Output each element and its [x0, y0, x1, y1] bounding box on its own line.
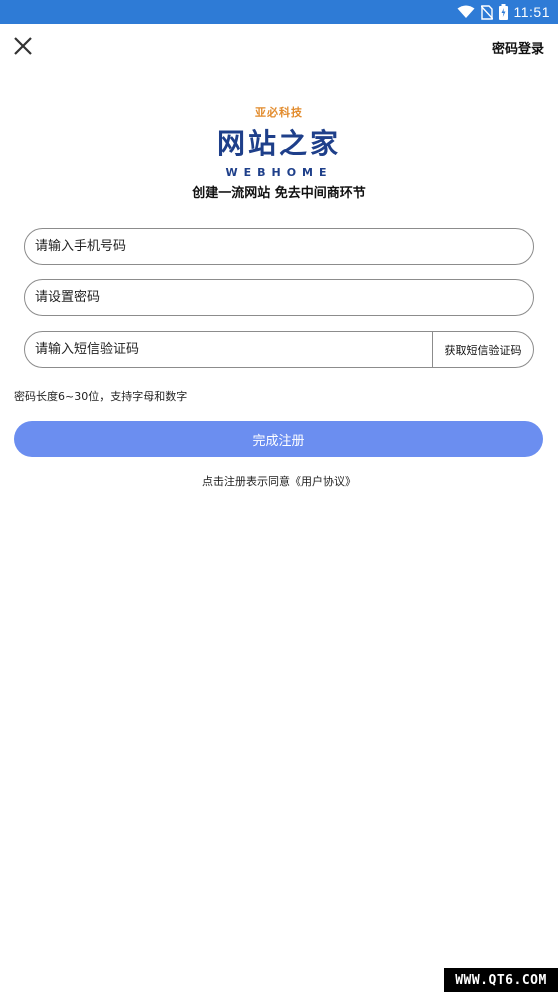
sms-code-input[interactable] [25, 332, 432, 367]
get-sms-code-button[interactable]: 获取短信验证码 [432, 332, 533, 367]
no-sim-icon [480, 4, 493, 20]
wifi-icon [457, 5, 474, 18]
phone-input[interactable] [25, 229, 533, 264]
close-button[interactable] [10, 33, 36, 59]
battery-icon [498, 4, 508, 20]
agreement-text[interactable]: 点击注册表示同意《用户协议》 [0, 473, 558, 489]
status-bar: 11:51 [0, 0, 558, 24]
password-field [24, 279, 534, 316]
password-login-link[interactable]: 密码登录 [492, 38, 544, 57]
clock: 11:51 [513, 4, 550, 20]
phone-field [24, 228, 534, 265]
logo-main-text: 网站之家 [216, 127, 341, 160]
password-input[interactable] [25, 280, 533, 315]
slogan: 创建一流网站 免去中间商环节 [192, 186, 366, 201]
logo-top-text: 亚必科技 [255, 106, 303, 119]
close-icon [14, 37, 32, 55]
password-hint: 密码长度6~30位，支持字母和数字 [14, 390, 188, 403]
watermark: WWW.QT6.COM [444, 968, 558, 992]
sms-code-field: 获取短信验证码 [24, 331, 534, 368]
logo-sub-text: WEBHOME [225, 166, 333, 179]
status-icons: 11:51 [457, 3, 551, 21]
complete-register-button[interactable]: 完成注册 [14, 421, 543, 457]
logo: 亚必科技 网站之家 WEBHOME [0, 104, 558, 179]
